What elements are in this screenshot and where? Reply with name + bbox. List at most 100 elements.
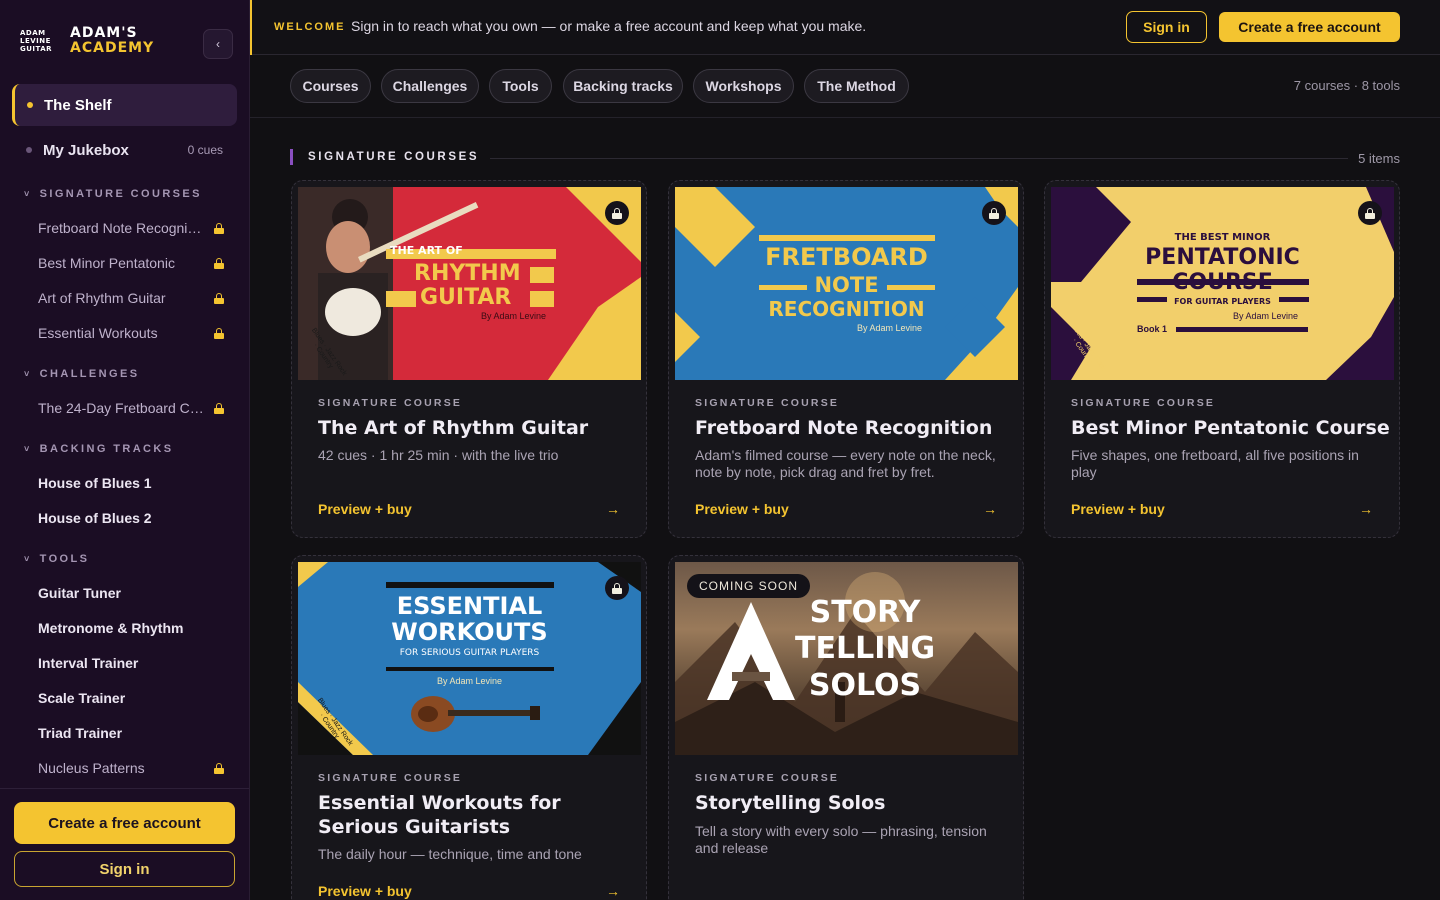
preview-buy-link[interactable]: Preview + buy <box>1071 501 1165 517</box>
thumbnail-title: STORY <box>809 595 921 630</box>
thumbnail-title: WORKOUTS <box>391 618 548 646</box>
card-kicker: SIGNATURE COURSE <box>318 772 463 784</box>
chevron-down-icon: ˅ <box>24 554 32 564</box>
sidebar-section-tools[interactable]: ˅ TOOLS <box>24 553 89 565</box>
course-thumbnail: THE BEST MINOR PENTATONIC COURSE FOR GUI… <box>1051 187 1394 380</box>
sidebar-item-24-day-fretboard-challenge[interactable]: The 24-Day Fretboard Challenge <box>38 396 224 420</box>
sidebar-item-scale-trainer[interactable]: Scale Trainer <box>38 686 224 710</box>
create-account-button[interactable]: Create a free account <box>14 802 235 844</box>
sidebar-item-essential-workouts[interactable]: Essential Workouts <box>38 321 224 345</box>
sidebar-item-label: The 24-Day Fretboard Challenge <box>38 400 204 416</box>
thumbnail-art <box>298 562 641 755</box>
course-card-art-of-rhythm-guitar[interactable]: THE ART OF RHYTHM GUITAR By Adam Levine … <box>291 180 647 538</box>
brand-name-line1: ADAM'S <box>70 25 138 41</box>
sidebar-section-challenges[interactable]: ˅ CHALLENGES <box>24 368 139 380</box>
nav-my-jukebox[interactable]: My Jukebox 0 cues <box>12 133 237 167</box>
sidebar-item-best-minor-pentatonic[interactable]: Best Minor Pentatonic <box>38 251 224 275</box>
section-title: SIGNATURE COURSES <box>39 188 202 200</box>
thumbnail-title: NOTE <box>814 273 879 297</box>
card-lock-badge <box>605 576 629 600</box>
sidebar-item-label: Scale Trainer <box>38 690 126 706</box>
section-accent-bar <box>290 149 293 165</box>
sidebar-item-triad-trainer[interactable]: Triad Trainer <box>38 721 224 745</box>
thumbnail-title: THE BEST MINOR <box>1174 232 1271 243</box>
thumbnail-book: Book 1 <box>1137 324 1168 334</box>
thumbnail-title: COURSE <box>1172 270 1273 295</box>
sidebar-item-art-of-rhythm-guitar[interactable]: Art of Rhythm Guitar <box>38 286 224 310</box>
category-tabs: Courses Challenges Tools Backing tracks … <box>250 56 1440 118</box>
dot-icon <box>26 147 32 153</box>
sidebar-section-backing-tracks[interactable]: ˅ BACKING TRACKS <box>24 443 173 455</box>
card-title: Fretboard Note Recognition <box>695 417 993 439</box>
sidebar-item-label: Guitar Tuner <box>38 585 121 601</box>
sign-in-button[interactable]: Sign in <box>1126 11 1207 43</box>
tab-the-method[interactable]: The Method <box>804 69 909 103</box>
arrow-right-icon[interactable]: → <box>983 501 997 517</box>
thumbnail-title: ESSENTIAL <box>396 592 543 620</box>
card-description: 42 cues · 1 hr 25 min · with the live tr… <box>318 447 559 463</box>
arrow-right-icon[interactable]: → <box>1359 501 1373 517</box>
card-kicker: SIGNATURE COURSE <box>1071 397 1216 409</box>
brand-logo-line: GUITAR <box>20 45 53 53</box>
course-card-essential-workouts[interactable]: ESSENTIAL WORKOUTS FOR SERIOUS GUITAR PL… <box>291 555 647 900</box>
section-title: BACKING TRACKS <box>39 443 174 455</box>
nav-label: The Shelf <box>44 96 112 114</box>
course-card-fretboard-note-recognition[interactable]: FRETBOARD NOTE RECOGNITION By Adam Levin… <box>668 180 1024 538</box>
card-kicker: SIGNATURE COURSE <box>695 772 840 784</box>
thumbnail-title: FRETBOARD <box>765 243 928 271</box>
sidebar-item-guitar-tuner[interactable]: Guitar Tuner <box>38 581 224 605</box>
preview-buy-link[interactable]: Preview + buy <box>318 883 412 899</box>
thumbnail-title: RECOGNITION <box>768 297 925 321</box>
sidebar-item-house-of-blues-1[interactable]: House of Blues 1 <box>38 471 224 495</box>
card-description: Five shapes, one fretboard, all five pos… <box>1071 447 1359 480</box>
nav-the-shelf[interactable]: The Shelf <box>12 84 237 126</box>
chevron-down-icon: ˅ <box>24 444 32 454</box>
course-card-best-minor-pentatonic[interactable]: THE BEST MINOR PENTATONIC COURSE FOR GUI… <box>1044 180 1400 538</box>
tab-challenges[interactable]: Challenges <box>381 69 479 103</box>
sidebar-item-label: House of Blues 2 <box>38 510 152 526</box>
thumbnail-subtitle: FOR SERIOUS GUITAR PLAYERS <box>399 648 540 658</box>
sidebar: ADAM LEVINE GUITAR ADAM'S ACADEMY ‹ The … <box>0 0 250 900</box>
sidebar-item-metronome-rhythm[interactable]: Metronome & Rhythm <box>38 616 224 640</box>
sidebar-item-label: Interval Trainer <box>38 655 139 671</box>
thumbnail-title: THE ART OF <box>390 244 463 257</box>
card-lock-badge <box>1358 201 1382 225</box>
sidebar-section-signature-courses[interactable]: ˅ SIGNATURE COURSES <box>24 188 202 200</box>
lock-icon <box>214 402 224 414</box>
thumbnail-byline: By Adam Levine <box>436 676 503 686</box>
sidebar-item-fretboard-note-recognition[interactable]: Fretboard Note Recognition <box>38 216 224 240</box>
card-title: Essential Workouts for Serious Guitarist… <box>318 792 561 838</box>
preview-buy-link[interactable]: Preview + buy <box>695 501 789 517</box>
lock-icon <box>989 207 999 219</box>
sidebar-item-label: Nucleus Patterns <box>38 760 145 776</box>
tab-backing-tracks[interactable]: Backing tracks <box>563 69 683 103</box>
tab-workshops[interactable]: Workshops <box>693 69 794 103</box>
nav-label: My Jukebox <box>43 141 129 159</box>
section-count: 5 items <box>1358 151 1400 166</box>
card-lock-badge <box>982 201 1006 225</box>
thumbnail-title: RHYTHM <box>414 261 521 286</box>
sidebar-item-label: Art of Rhythm Guitar <box>38 290 166 306</box>
lock-icon <box>214 222 224 234</box>
section-title: CHALLENGES <box>39 368 140 380</box>
arrow-right-icon[interactable]: → <box>606 501 620 517</box>
create-account-button[interactable]: Create a free account <box>1219 12 1400 42</box>
course-thumbnail: THE ART OF RHYTHM GUITAR By Adam Levine … <box>298 187 641 380</box>
arrow-right-icon[interactable]: → <box>606 883 620 899</box>
sidebar-item-nucleus-patterns[interactable]: Nucleus Patterns <box>38 756 224 780</box>
tab-tools[interactable]: Tools <box>489 69 552 103</box>
chevron-down-icon: ˅ <box>24 369 32 379</box>
course-card-storytelling-solos[interactable]: STORY TELLING SOLOS COMING SOON SIGNATUR… <box>668 555 1024 900</box>
preview-buy-link[interactable]: Preview + buy <box>318 501 412 517</box>
thumbnail-title: PENTATONIC <box>1145 245 1300 270</box>
card-kicker: SIGNATURE COURSE <box>318 397 463 409</box>
brand-logo-line: ADAM <box>20 29 46 37</box>
tab-courses[interactable]: Courses <box>290 69 371 103</box>
sidebar-item-house-of-blues-2[interactable]: House of Blues 2 <box>38 506 224 530</box>
collapse-sidebar-button[interactable]: ‹ <box>203 29 233 59</box>
sign-in-button[interactable]: Sign in <box>14 851 235 887</box>
brand[interactable]: ADAM LEVINE GUITAR ADAM'S ACADEMY <box>20 26 154 56</box>
chevron-down-icon: ˅ <box>24 189 32 199</box>
welcome-label: WELCOME <box>274 21 346 33</box>
sidebar-item-interval-trainer[interactable]: Interval Trainer <box>38 651 224 675</box>
